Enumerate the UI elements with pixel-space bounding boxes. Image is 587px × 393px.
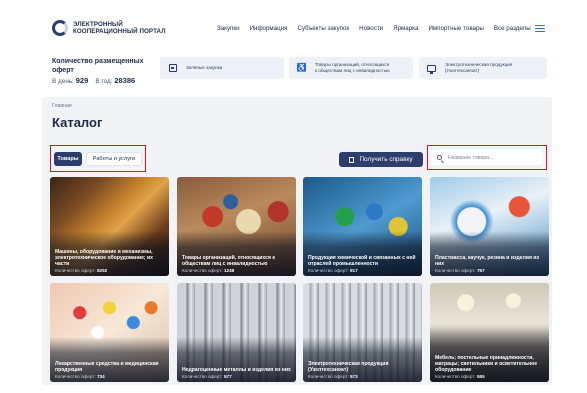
all-sections-label: Все разделы (493, 25, 531, 32)
catalog-card-count: 573 (349, 374, 358, 379)
catalog-card-count: 577 (223, 374, 232, 379)
search-input[interactable] (448, 154, 538, 161)
per-day-value: 929 (75, 76, 89, 85)
catalog-card-count: 734 (96, 374, 105, 379)
all-sections-menu[interactable]: Все разделы (494, 25, 555, 32)
site-header: ЭЛЕКТРОННЫЙ КООПЕРАЦИОННЫЙ ПОРТАЛ Закупк… (42, 9, 552, 51)
catalog-card-title: Товары организаций, относящихся к общест… (182, 255, 275, 267)
catalog-panel: Главная Каталог Товары Работы и услуги П… (42, 97, 552, 385)
catalog-card-machinery[interactable]: Машины, оборудование и механизмы, электр… (50, 177, 169, 276)
electrotech-card[interactable]: Электротехническая продукция (Узелтехсан… (419, 57, 547, 79)
page: ЭЛЕКТРОННЫЙ КООПЕРАЦИОННЫЙ ПОРТАЛ Закупк… (42, 9, 552, 385)
catalog-card-title: Пластмасса, каучук, резина и изделия из … (435, 255, 539, 267)
catalog-card-plastics[interactable]: Пластмасса, каучук, резина и изделия из … (430, 177, 549, 276)
hamburger-menu-icon[interactable] (534, 25, 545, 32)
breadcrumb[interactable]: Главная (52, 103, 72, 109)
catalog-card-chemical[interactable]: Продукция химической и связанных с ней о… (303, 177, 422, 276)
green-procurement-card[interactable]: Зелёные закупки (160, 57, 284, 79)
catalog-card-title: Мебель; постельные принадлежности, матра… (435, 355, 538, 373)
nav-item-procurement[interactable]: Закупки (217, 25, 240, 32)
catalog-card-title: Лекарственные средства и медицинская про… (55, 361, 159, 373)
nav-item-information[interactable]: Информация (250, 25, 288, 32)
catalog-card-count: 8292 (96, 268, 108, 273)
search-icon (437, 155, 442, 160)
per-year-label: В год: (95, 78, 113, 85)
catalog-card-title: Машины, оборудование и механизмы, электр… (55, 249, 154, 267)
document-icon (349, 156, 355, 163)
catalog-card-title: Недрагоценные металлы и изделия из них (182, 367, 291, 373)
catalog-card-electrotech[interactable]: Электротехническая продукция (Узелтехсан… (303, 283, 422, 382)
per-year-value: 28386 (114, 76, 136, 85)
green-procurement-icon (168, 64, 177, 73)
offers-title: Количество размещенных оферт (52, 58, 144, 74)
catalog-card-furniture[interactable]: Мебель; постельные принадлежности, матра… (430, 283, 549, 382)
catalog-card-title: Электротехническая продукция (Узелтехсан… (308, 361, 389, 373)
tab-works-services[interactable]: Работы и услуги (86, 152, 142, 166)
disability-goods-card[interactable]: ♿ Товары организаций, относящихся к обще… (289, 57, 413, 79)
nav-item-subjects[interactable]: Субъекты закупок (297, 25, 349, 32)
per-day-label: В день: (52, 78, 74, 85)
catalog-card-count: 917 (349, 268, 358, 273)
logo-icon (52, 20, 68, 36)
product-search[interactable] (431, 150, 543, 165)
logo-line-1: ЭЛЕКТРОННЫЙ (73, 21, 123, 28)
page-title: Каталог (52, 115, 103, 130)
offers-count-block: Количество размещенных оферт В день: 929… (52, 58, 144, 86)
nav-item-fair[interactable]: Ярмарка (393, 25, 418, 32)
logo-line-2: КООПЕРАЦИОННЫЙ ПОРТАЛ (73, 28, 166, 35)
tab-goods[interactable]: Товары (54, 152, 82, 166)
main-nav: Закупки Информация Субъекты закупок Ново… (217, 25, 565, 32)
catalog-card-medicines[interactable]: Лекарственные средства и медицинская про… (50, 283, 169, 382)
catalog-card-metals[interactable]: Недрагоценные металлы и изделия из них К… (177, 283, 296, 382)
catalog-card-title: Продукция химической и связанных с ней о… (308, 255, 416, 267)
site-logo[interactable]: ЭЛЕКТРОННЫЙ КООПЕРАЦИОННЫЙ ПОРТАЛ (52, 20, 166, 36)
accessibility-icon: ♿ (296, 63, 307, 73)
nav-item-imported[interactable]: Импортные товары (428, 25, 483, 32)
nav-item-news[interactable]: Новости (359, 25, 383, 32)
catalog-card-count: 555 (476, 374, 485, 379)
catalog-card-disability-goods[interactable]: Товары организаций, относящихся к общест… (177, 177, 296, 276)
offers-stats: Количество размещенных оферт В день: 929… (42, 54, 552, 94)
get-reference-button[interactable]: Получить справку (339, 152, 423, 167)
electronics-icon (427, 64, 436, 74)
catalog-card-count: 1248 (223, 268, 235, 273)
catalog-card-count: 757 (476, 268, 485, 273)
